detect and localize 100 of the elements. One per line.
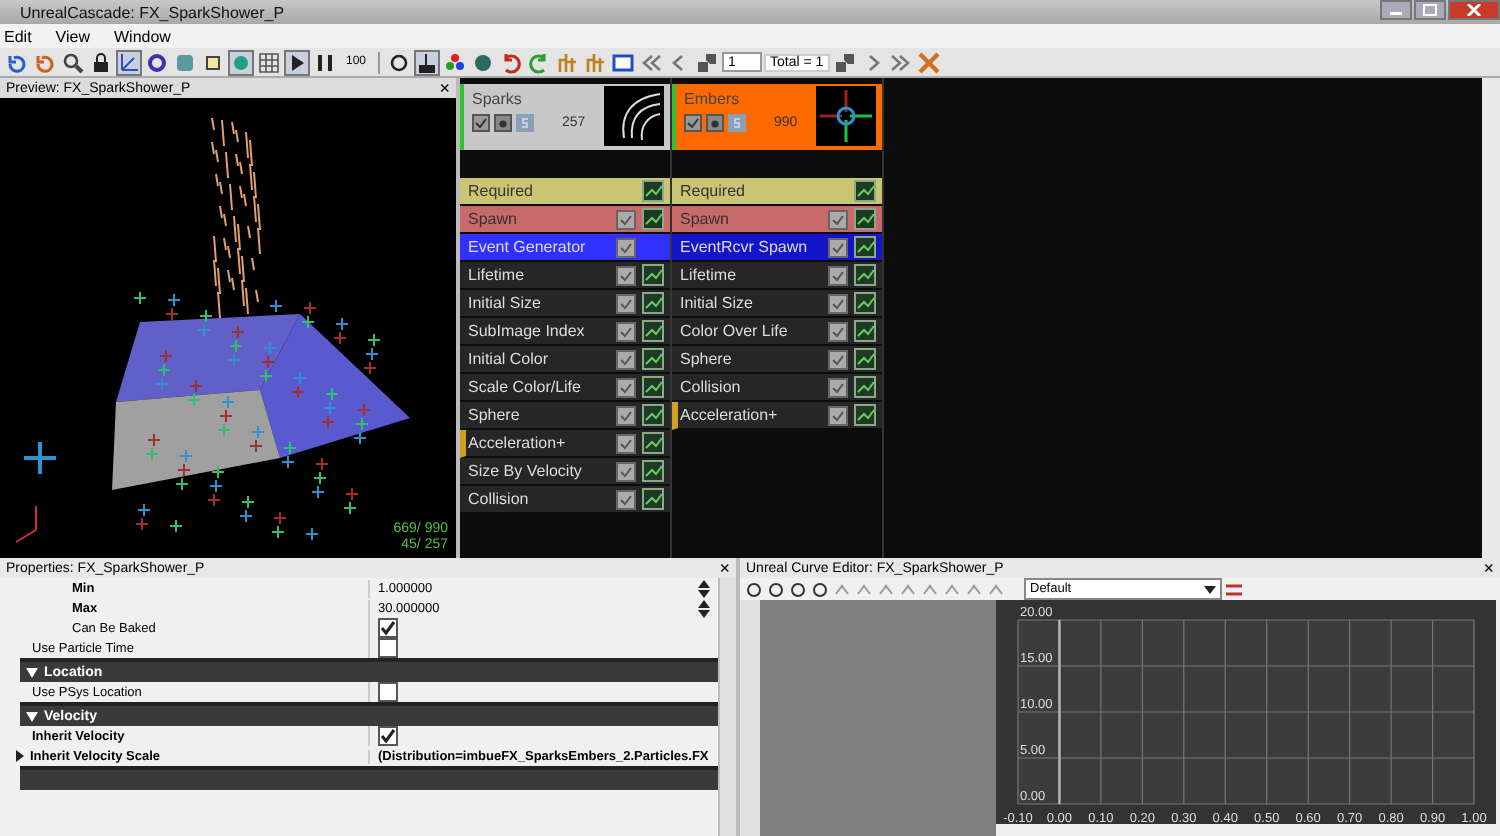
module-row[interactable]: Event Generator [460,234,670,262]
module-row[interactable]: Size By Velocity [460,458,670,486]
checkbox-icon[interactable] [616,405,636,425]
module-row[interactable]: Acceleration+ [672,402,882,430]
checkbox-icon[interactable] [616,293,636,313]
checkbox-icon[interactable] [616,209,636,229]
close-button[interactable]: × [719,559,730,577]
checkbox-icon[interactable] [616,321,636,341]
toolbar-button[interactable] [284,49,310,75]
module-row[interactable]: Acceleration+ [460,430,670,458]
toolbar-button[interactable] [831,49,858,75]
toolbar-button[interactable] [88,49,114,75]
checkbox-icon[interactable] [616,237,636,257]
module-row[interactable]: Required [460,178,670,206]
checkbox-icon[interactable] [616,349,636,369]
toolbar-button[interactable] [116,49,142,75]
toolbar-button[interactable] [442,49,469,75]
curve-icon[interactable] [854,320,876,342]
curve-icon[interactable] [642,460,664,482]
module-row[interactable]: Sphere [460,402,670,430]
menu-item[interactable]: Window [114,27,171,45]
checkbox-icon[interactable] [828,209,848,229]
module-row[interactable]: SubImage Index [460,318,670,346]
scrollbar[interactable] [718,578,736,836]
module-row[interactable]: Sphere [672,346,882,374]
curve-icon[interactable] [854,236,876,258]
toolbar-button[interactable] [144,49,170,75]
toolbar-button[interactable] [694,49,721,75]
expand-arrow-icon[interactable] [26,711,38,721]
close-button[interactable]: × [1483,559,1494,577]
curve-icon[interactable] [642,432,664,454]
curve-icon[interactable] [642,180,664,202]
checkbox[interactable] [378,638,398,658]
scrollbar[interactable] [1482,78,1500,558]
module-row[interactable]: Collision [460,486,670,514]
module-row[interactable]: Spawn [672,206,882,234]
spinner-icon[interactable] [698,579,710,597]
checkbox-icon[interactable] [828,349,848,369]
menu-item[interactable]: View [55,27,90,45]
toolbar-button[interactable] [788,579,808,599]
curve-icon[interactable] [854,376,876,398]
module-row[interactable]: Lifetime [460,262,670,290]
module-row[interactable]: Scale Color/Life [460,374,670,402]
minimize-button[interactable] [1380,0,1412,20]
expand-arrow-icon[interactable] [16,750,24,762]
close-button[interactable] [1448,0,1500,20]
checkbox[interactable] [378,618,398,638]
curve-icon[interactable] [642,320,664,342]
checkbox[interactable] [378,726,398,746]
toolbar-button[interactable] [386,49,413,75]
curve-icon[interactable] [854,404,876,426]
checkbox-icon[interactable] [616,433,636,453]
curve-icon[interactable] [854,208,876,230]
maximize-button[interactable] [1414,0,1446,20]
curve-icon[interactable] [642,404,664,426]
curve-icon[interactable] [642,376,664,398]
checkbox-icon[interactable] [472,114,490,132]
module-row[interactable]: Lifetime [672,262,882,290]
toolbar-button[interactable] [414,49,441,75]
checkbox-icon[interactable] [616,461,636,481]
dot-icon [230,51,252,73]
close-button[interactable]: × [439,79,450,97]
checkbox-icon[interactable] [828,265,848,285]
module-row[interactable]: Color Over Life [672,318,882,346]
module-row[interactable]: Spawn [460,206,670,234]
curve-icon[interactable] [854,264,876,286]
spinner-icon[interactable] [698,599,710,617]
module-row[interactable]: Initial Color [460,346,670,374]
menu-item[interactable]: Edit [4,27,32,45]
curve-icon[interactable] [642,348,664,370]
checkbox-icon[interactable] [828,321,848,341]
module-row[interactable]: Initial Size [672,290,882,318]
checkbox-icon[interactable] [616,265,636,285]
module-row[interactable]: Initial Size [460,290,670,318]
toolbar-button[interactable] [810,579,830,599]
toolbar-button[interactable] [60,49,86,75]
module-row[interactable]: Required [672,178,882,206]
checkbox-icon[interactable] [828,377,848,397]
checkbox-icon[interactable] [616,377,636,397]
module-row[interactable]: Collision [672,374,882,402]
curve-icon[interactable] [854,348,876,370]
toolbar-button[interactable] [744,579,764,599]
curve-icon[interactable] [854,292,876,314]
checkbox-icon[interactable] [684,114,702,132]
curve-icon[interactable] [854,180,876,202]
checkbox-icon[interactable] [828,293,848,313]
scrollbar[interactable] [740,600,760,836]
curve-icon[interactable] [642,488,664,510]
curve-icon[interactable] [642,292,664,314]
checkbox-icon[interactable] [616,489,636,509]
curve-icon[interactable] [642,264,664,286]
toolbar-button[interactable] [610,49,637,75]
curve-icon[interactable] [642,208,664,230]
toolbar-button[interactable] [766,579,786,599]
checkbox-icon[interactable] [828,405,848,425]
checkbox-icon[interactable] [828,237,848,257]
expand-arrow-icon[interactable] [26,667,38,677]
checkbox[interactable] [378,682,398,702]
toolbar-button[interactable] [312,49,338,75]
module-row[interactable]: EventRcvr Spawn [672,234,882,262]
